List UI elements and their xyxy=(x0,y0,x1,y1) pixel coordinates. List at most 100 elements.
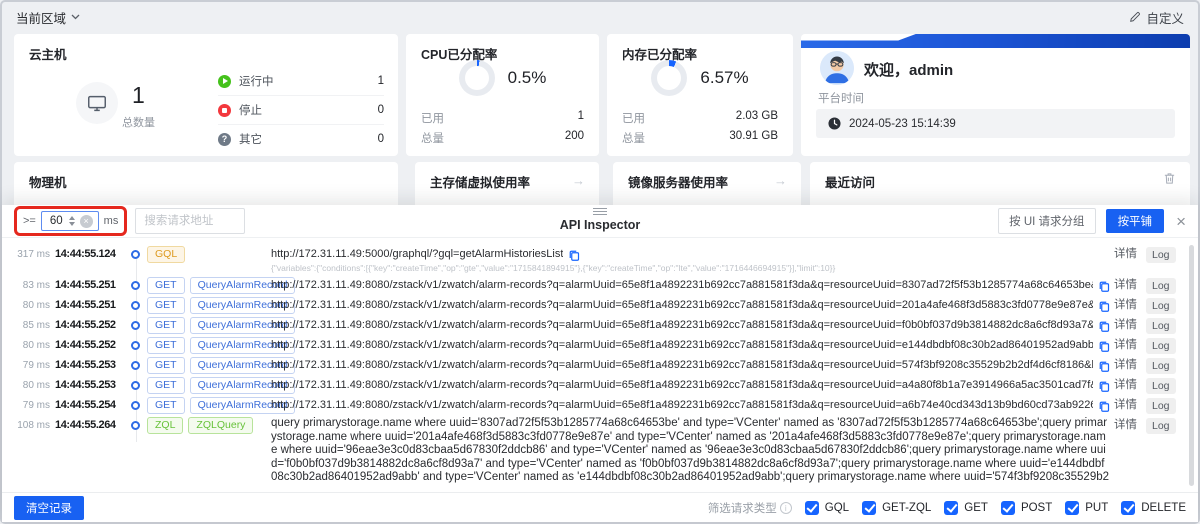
filter-type-put[interactable]: PUT xyxy=(1065,501,1108,515)
request-duration: 317 ms xyxy=(12,246,50,263)
clear-records-button[interactable]: 清空记录 xyxy=(14,496,84,520)
welcome-card: 欢迎，admin 平台时间 2024-05-23 15:14:39 xyxy=(801,34,1190,156)
request-url: http://172.31.11.49:8080/zstack/v1/zwatc… xyxy=(271,397,1093,414)
request-row[interactable]: 108 ms 14:44:55.264 ZQLZQLQuery query pr… xyxy=(12,417,1184,485)
search-input[interactable] xyxy=(135,208,245,234)
memory-total-label: 总量 xyxy=(622,130,645,146)
vm-status-stopped[interactable]: 停止 0 xyxy=(218,96,384,125)
detail-button[interactable]: 详情 xyxy=(1114,277,1137,294)
request-time: 14:44:55.124 xyxy=(55,246,129,263)
customize-button[interactable]: 自定义 xyxy=(1129,8,1184,27)
detail-button[interactable]: 详情 xyxy=(1114,397,1137,414)
arrow-right-icon[interactable]: → xyxy=(572,173,585,188)
group-by-ui-button[interactable]: 按 UI 请求分组 xyxy=(998,208,1095,234)
timeline-dot-icon xyxy=(131,361,140,370)
request-url: http://172.31.11.49:8080/zstack/v1/zwatc… xyxy=(271,317,1093,334)
welcome-greeting: 欢迎，admin xyxy=(864,59,953,80)
top-bar: 当前区域 自定义 xyxy=(2,2,1198,32)
log-button[interactable]: Log xyxy=(1146,378,1176,394)
copy-icon[interactable] xyxy=(1098,360,1110,372)
duration-filter-annotation: >= 60 × ms xyxy=(14,206,127,236)
region-selector[interactable]: 当前区域 xyxy=(16,8,80,27)
filter-type-post[interactable]: POST xyxy=(1001,501,1052,515)
copy-icon[interactable] xyxy=(568,249,580,261)
log-button[interactable]: Log xyxy=(1146,338,1176,354)
log-button[interactable]: Log xyxy=(1146,278,1176,294)
log-button[interactable]: Log xyxy=(1146,358,1176,374)
request-row[interactable]: 80 ms 14:44:55.252 GETQueryAlarmRecord h… xyxy=(12,337,1184,354)
detail-button[interactable]: 详情 xyxy=(1114,357,1137,374)
detail-button[interactable]: 详情 xyxy=(1114,297,1137,314)
vm-status-other[interactable]: 其它 0 xyxy=(218,125,384,153)
stepper-arrows-icon[interactable] xyxy=(69,216,75,226)
request-time: 14:44:55.254 xyxy=(55,397,129,414)
flat-view-button[interactable]: 按平铺 xyxy=(1106,209,1165,233)
clear-icon[interactable]: × xyxy=(80,215,93,228)
cpu-card: CPU已分配率 0.5% 已用1 总量200 xyxy=(406,34,599,156)
method-tag: GET xyxy=(147,297,185,314)
filter-operator-label: >= xyxy=(23,215,36,227)
vm-status-running[interactable]: 运行中 1 xyxy=(218,67,384,96)
copy-icon[interactable] xyxy=(1098,340,1110,352)
request-url: http://172.31.11.49:8080/zstack/v1/zwatc… xyxy=(271,297,1093,314)
checkbox-checked-icon[interactable] xyxy=(1065,501,1079,515)
request-list: 317 ms 14:44:55.124 GQL http://172.31.11… xyxy=(2,238,1198,492)
request-row[interactable]: 317 ms 14:44:55.124 GQL http://172.31.11… xyxy=(12,246,1184,274)
zql-query-text: query primarystorage.name where uuid='83… xyxy=(271,417,1110,485)
request-time: 14:44:55.252 xyxy=(55,337,129,354)
image-server-title: 镜像服务器使用率 xyxy=(628,172,728,191)
checkbox-checked-icon[interactable] xyxy=(862,501,876,515)
arrow-right-icon[interactable]: → xyxy=(774,173,787,188)
clock-icon xyxy=(828,117,841,130)
request-time: 14:44:55.253 xyxy=(55,357,129,374)
drag-handle-icon[interactable] xyxy=(593,211,607,212)
request-row[interactable]: 85 ms 14:44:55.252 GETQueryAlarmRecord h… xyxy=(12,317,1184,334)
scrollbar[interactable] xyxy=(1189,245,1194,486)
log-button[interactable]: Log xyxy=(1146,398,1176,414)
memory-used-label: 已用 xyxy=(622,110,645,126)
detail-button[interactable]: 详情 xyxy=(1114,337,1137,354)
request-row[interactable]: 79 ms 14:44:55.254 GETQueryAlarmRecord h… xyxy=(12,397,1184,414)
log-button[interactable]: Log xyxy=(1146,247,1176,263)
request-row[interactable]: 83 ms 14:44:55.251 GETQueryAlarmRecord h… xyxy=(12,277,1184,294)
close-icon[interactable]: × xyxy=(1176,213,1186,230)
request-duration: 80 ms xyxy=(12,337,50,354)
duration-filter-input[interactable]: 60 × xyxy=(41,211,99,231)
filter-type-get[interactable]: GET xyxy=(944,501,988,515)
stopped-status-icon xyxy=(218,104,231,117)
vm-status-list: 运行中 1 停止 0 其它 0 xyxy=(218,67,384,153)
detail-button[interactable]: 详情 xyxy=(1114,317,1137,334)
method-tag: GQL xyxy=(147,246,185,263)
monitor-icon xyxy=(76,82,118,124)
checkbox-checked-icon[interactable] xyxy=(1001,501,1015,515)
memory-card: 内存已分配率 6.57% 已用2.03 GB 总量30.91 GB xyxy=(607,34,793,156)
checkbox-checked-icon[interactable] xyxy=(805,501,819,515)
filter-types-group: 筛选请求类型 i GQL GET-ZQL GET POST PUT DELETE xyxy=(708,500,1186,516)
copy-icon[interactable] xyxy=(1098,380,1110,392)
log-button[interactable]: Log xyxy=(1146,298,1176,314)
request-row[interactable]: 80 ms 14:44:55.253 GETQueryAlarmRecord h… xyxy=(12,377,1184,394)
detail-button[interactable]: 详情 xyxy=(1114,246,1137,263)
checkbox-checked-icon[interactable] xyxy=(944,501,958,515)
copy-icon[interactable] xyxy=(1098,300,1110,312)
copy-icon[interactable] xyxy=(1098,320,1110,332)
filter-type-gql[interactable]: GQL xyxy=(805,501,849,515)
log-button[interactable]: Log xyxy=(1146,418,1176,434)
log-button[interactable]: Log xyxy=(1146,318,1176,334)
request-row[interactable]: 79 ms 14:44:55.253 GETQueryAlarmRecord h… xyxy=(12,357,1184,374)
filter-type-delete[interactable]: DELETE xyxy=(1121,501,1186,515)
method-tag: GET xyxy=(147,397,185,414)
memory-used-value: 2.03 GB xyxy=(736,110,778,126)
filter-type-get-zql[interactable]: GET-ZQL xyxy=(862,501,931,515)
trash-icon[interactable] xyxy=(1163,172,1176,190)
detail-button[interactable]: 详情 xyxy=(1114,417,1137,434)
request-url: http://172.31.11.49:8080/zstack/v1/zwatc… xyxy=(271,377,1093,394)
request-row[interactable]: 80 ms 14:44:55.251 GETQueryAlarmRecord h… xyxy=(12,297,1184,314)
copy-icon[interactable] xyxy=(1098,400,1110,412)
checkbox-checked-icon[interactable] xyxy=(1121,501,1135,515)
panel-title: API Inspector xyxy=(560,218,641,232)
detail-button[interactable]: 详情 xyxy=(1114,377,1137,394)
request-payload: {"variables":{"conditions":[{"key":"crea… xyxy=(271,263,836,274)
panel-header: >= 60 × ms API Inspector 按 UI 请求分组 按平铺 × xyxy=(2,205,1198,238)
copy-icon[interactable] xyxy=(1098,280,1110,292)
